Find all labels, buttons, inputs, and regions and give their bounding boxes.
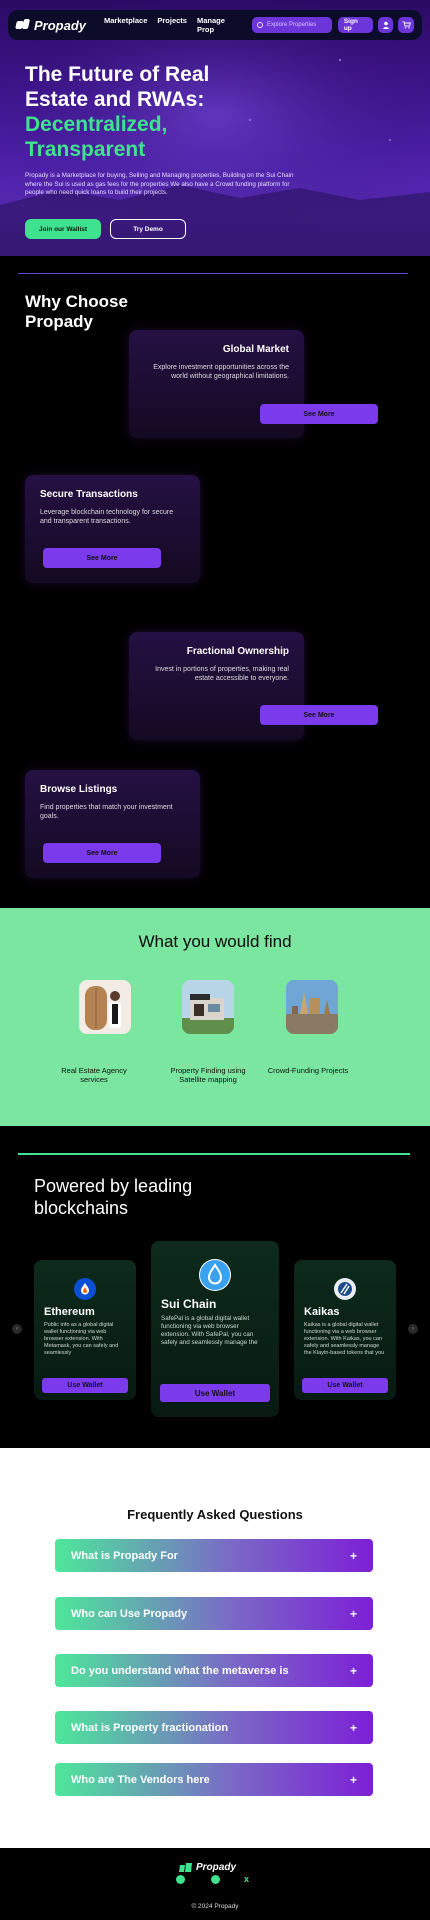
nav-link-projects[interactable]: Projects [157,16,187,34]
faq-item[interactable]: What is Propady For + [55,1539,373,1572]
hero-title-line-2: Estate and RWAs: [25,88,205,111]
blockchain-name: Sui Chain [161,1297,217,1311]
feature-title: Browse Listings [40,784,118,795]
see-more-button-fractional-ownership[interactable]: See More [260,705,378,725]
copyright-text: © 2024 Propady [191,1903,239,1910]
feature-description: Explore investment opportunities across … [153,364,289,380]
why-title: Why Choose Propady [25,292,128,331]
see-more-button-browse-listings[interactable]: See More [43,843,161,863]
plus-icon: + [349,1548,357,1563]
logo-icon [179,1863,192,1872]
crowd-funding-image [286,980,338,1034]
x-twitter-icon[interactable]: x [244,1875,253,1884]
feature-title: Global Market [222,344,289,355]
plus-icon: + [349,1606,357,1621]
find-label-crowdfunding: Crowd-Funding Projects [267,1066,349,1075]
blockchain-description: Public info as a global digital wallet f… [44,1322,119,1356]
faq-item[interactable]: Who can Use Propady + [55,1597,373,1630]
use-wallet-button-kaikas[interactable]: Use Wallet [302,1378,388,1393]
blockchain-description: Kaikas is a global digital wallet functi… [304,1322,385,1356]
hero-title-green-1: Decentralized, [25,113,168,136]
logo[interactable]: Propady [16,18,86,33]
feature-description: Invest in portions of properties, making… [155,666,289,682]
faq-question: What is Propady For [71,1549,178,1562]
footer-logo-text: Propady [196,1862,237,1873]
search-icon [256,22,263,28]
signup-button[interactable]: Sign up [337,17,373,33]
feature-title: Fractional Ownership [186,646,289,657]
carousel-prev-button[interactable]: ‹ [12,1324,22,1334]
nav-link-marketplace[interactable]: Marketplace [104,16,147,34]
section-divider [18,273,408,274]
real-estate-agency-image [79,980,131,1034]
join-waitlist-button[interactable]: Join our Wallist [25,219,101,239]
hero-section: Propady Marketplace Projects Manage Prop… [0,0,430,256]
hero-title-green-2: Transparent [25,138,146,161]
feature-title: Secure Transactions [40,489,138,500]
blockchains-title: Powered by leading blockchains [34,1176,193,1218]
see-more-button-global-market[interactable]: See More [260,404,378,424]
search-input[interactable]: Explore Properties [251,17,332,33]
try-demo-button[interactable]: Try Demo [110,219,186,239]
feature-description: Leverage blockchain technology for secur… [40,509,174,525]
cart-button[interactable] [398,17,415,33]
faq-question: Who are The Vendors here [71,1773,210,1786]
ethereum-icon [74,1278,96,1300]
plus-icon: + [349,1772,357,1787]
plus-icon: + [349,1720,357,1735]
search-placeholder: Explore Properties [266,22,317,28]
user-icon [382,21,389,29]
blockchain-name: Kaikas [304,1306,340,1318]
find-label-agency: Real Estate Agency services [61,1066,127,1084]
facebook-icon[interactable] [176,1875,185,1884]
sui-icon [199,1259,231,1291]
blockchain-description: SafePal is a global digital wallet funct… [161,1315,258,1346]
use-wallet-button-sui[interactable]: Use Wallet [160,1384,270,1402]
section-divider [18,1153,410,1155]
hero-description: Propady is a Marketplace for buying, Sel… [25,172,294,196]
find-label-satellite: Property Finding using Satellite mapping [170,1066,246,1084]
use-wallet-button-ethereum[interactable]: Use Wallet [42,1378,128,1393]
satellite-mapping-image [182,980,234,1034]
footer-logo[interactable]: Propady [179,1862,236,1873]
faq-question: Who can Use Propady [71,1607,188,1620]
top-navbar: Propady Marketplace Projects Manage Prop… [8,10,422,40]
carousel-next-button[interactable]: › [408,1324,418,1334]
faq-question: What is Property fractionation [71,1721,229,1734]
faq-title: Frequently Asked Questions [127,1507,303,1522]
instagram-icon[interactable] [211,1875,220,1884]
find-title: What you would find [138,932,292,951]
kaikas-icon [334,1278,356,1300]
cart-icon [402,21,411,29]
faq-item[interactable]: Who are The Vendors here + [55,1763,373,1796]
logo-icon [16,19,30,31]
see-more-button-secure-transactions[interactable]: See More [43,548,161,568]
faq-item[interactable]: What is Property fractionation + [55,1711,373,1744]
blockchain-name: Ethereum [44,1306,95,1318]
hero-title: The Future of Real Estate and RWAs: Dece… [25,62,325,162]
user-button[interactable] [377,17,394,33]
nav-links: Marketplace Projects Manage Prop [104,16,240,34]
faq-item[interactable]: Do you understand what the metaverse is … [55,1654,373,1687]
plus-icon: + [349,1663,357,1678]
feature-description: Find properties that match your investme… [40,804,173,820]
logo-text: Propady [34,17,87,33]
nav-link-manage-prop[interactable]: Manage Prop [197,16,240,34]
hero-title-line-1: The Future of Real [25,63,210,86]
faq-question: Do you understand what the metaverse is [71,1664,289,1677]
